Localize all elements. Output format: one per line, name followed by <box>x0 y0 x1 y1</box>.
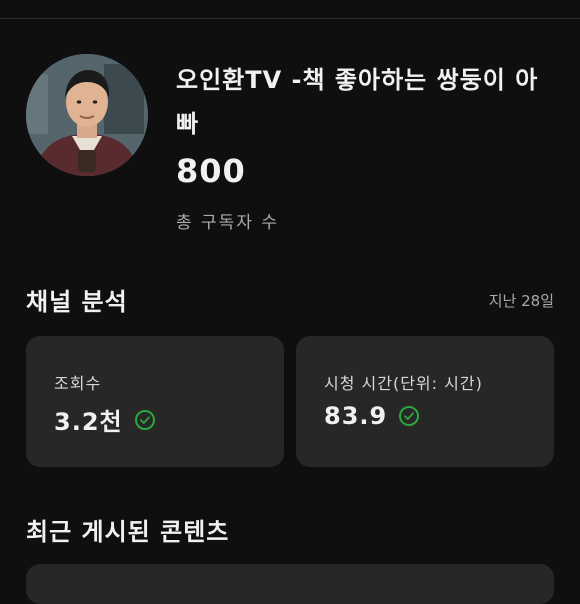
channel-title: 오인환TV -책 좋아하는 쌍둥이 아빠 <box>176 66 539 138</box>
watch-time-card[interactable]: 시청 시간(단위: 시간) 83.9 <box>296 336 554 467</box>
top-divider <box>0 18 580 19</box>
watch-time-label: 시청 시간(단위: 시간) <box>324 374 483 393</box>
recent-content-title: 최근 게시된 콘텐츠 <box>26 518 230 546</box>
views-label: 조회수 <box>54 374 102 393</box>
analytics-section-title: 채널 분석 <box>26 288 128 316</box>
views-card[interactable]: 조회수 3.2천 <box>26 336 284 467</box>
subscriber-count: 800 <box>176 152 246 190</box>
recent-content-card[interactable] <box>26 564 554 604</box>
check-circle-icon <box>399 406 420 426</box>
subscriber-label: 총 구독자 수 <box>176 213 280 233</box>
analytics-period: 지난 28일 <box>488 292 554 310</box>
avatar-image <box>26 54 148 176</box>
check-circle-icon <box>134 409 155 430</box>
views-value: 3.2천 <box>54 408 123 436</box>
watch-time-value: 83.9 <box>324 402 388 430</box>
channel-avatar[interactable] <box>26 54 148 176</box>
